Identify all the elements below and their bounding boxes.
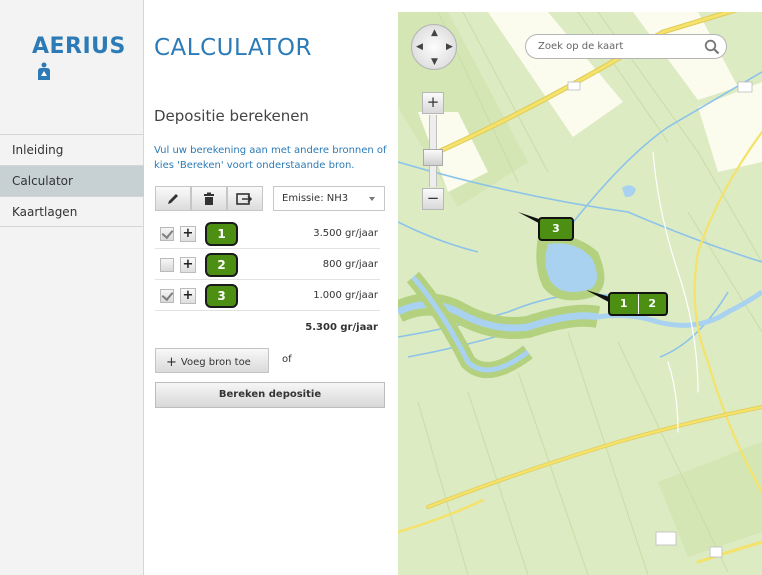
map-marker-1-2[interactable]: 1 2 [608,292,668,316]
source-row[interactable]: + 2 800 gr/jaar [155,250,380,280]
nav-item-inleiding[interactable]: Inleiding [0,134,144,165]
person-icon [36,61,52,86]
marker-label: 1 [610,294,639,314]
left-navigation: AERIUS Inleiding Calculator Kaartlagen [0,0,144,575]
nav-item-label: Inleiding [12,143,64,157]
pan-up-icon[interactable]: ▲ [431,29,438,38]
app-logo[interactable]: AERIUS [32,34,143,86]
map-pan-control[interactable]: ▲ ▼ ◀ ▶ [411,24,457,70]
nav-item-label: Calculator [12,174,73,188]
pan-down-icon[interactable]: ▼ [431,58,438,67]
add-source-button[interactable]: + Voeg bron toe [155,348,269,373]
nav-item-kaartlagen[interactable]: Kaartlagen [0,196,144,227]
or-text: of [282,354,292,365]
plus-icon: + [166,355,177,370]
source-badge: 1 [205,222,238,246]
zoom-in-button[interactable]: + [422,92,444,114]
source-checkbox[interactable] [160,227,174,241]
source-value: 800 gr/jaar [322,259,378,270]
pan-right-icon[interactable]: ▶ [446,43,453,52]
page-title: CALCULATOR [154,35,312,61]
source-value: 3.500 gr/jaar [313,228,378,239]
marker-label: 3 [552,222,560,235]
emission-select-value: Emissie: NH3 [282,193,349,204]
expand-plus-button[interactable]: + [180,288,196,304]
total-value: 5.300 gr/jaar [305,322,378,333]
map-marker-3[interactable]: 3 [538,217,574,241]
export-button[interactable] [227,186,263,211]
nav-item-calculator[interactable]: Calculator [0,165,144,196]
pan-left-icon[interactable]: ◀ [416,43,423,52]
export-icon [236,192,253,205]
source-badge: 2 [205,253,238,277]
calculator-panel: CALCULATOR Depositie berekenen Vul uw be… [145,0,398,575]
nav-item-label: Kaartlagen [12,205,78,219]
source-badge: 3 [205,284,238,308]
logo-text: AERIUS [32,34,126,59]
emission-select[interactable]: Emissie: NH3 [273,186,385,211]
source-checkbox[interactable] [160,258,174,272]
trash-icon [204,192,214,205]
delete-button[interactable] [191,186,227,211]
map-background [398,12,762,575]
source-row[interactable]: + 3 1.000 gr/jaar [155,281,380,311]
add-source-label: Voeg bron toe [180,357,251,368]
expand-plus-button[interactable]: + [180,257,196,273]
calculate-deposition-button[interactable]: Bereken depositie [155,382,385,408]
source-value: 1.000 gr/jaar [313,290,378,301]
map-view[interactable]: ▲ ▼ ◀ ▶ + − 3 1 2 [398,12,762,575]
intro-text: Vul uw berekening aan met andere bronnen… [154,145,387,171]
marker-label: 2 [648,297,657,310]
section-title: Depositie berekenen [154,107,309,125]
zoom-slider-handle[interactable] [423,149,443,166]
search-icon[interactable] [704,39,720,55]
zoom-out-button[interactable]: − [422,188,444,210]
map-search-input[interactable] [525,34,727,59]
expand-plus-button[interactable]: + [180,226,196,242]
source-checkbox[interactable] [160,289,174,303]
edit-button[interactable] [155,186,191,211]
pencil-icon [168,193,178,204]
source-row[interactable]: + 1 3.500 gr/jaar [155,219,380,249]
chevron-down-icon [369,197,375,201]
